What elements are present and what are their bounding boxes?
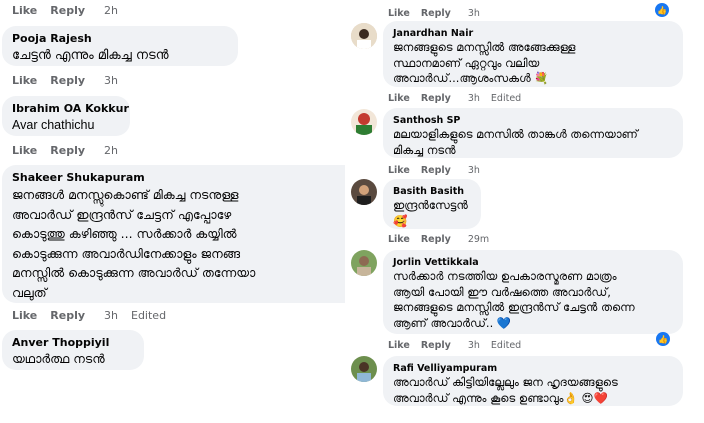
right-comments-panel: Like Reply 3h 👍 Janardhan Nair ജനങ്ങളുടെ…	[345, 0, 704, 423]
comment-bubble: Santhosh SP മലയാളികളുടെ മനസിൽ താങ്കൾ തന്…	[383, 108, 683, 158]
timestamp: 29m	[467, 234, 490, 245]
like-button[interactable]: Like	[12, 4, 37, 17]
commenter-name[interactable]: Jorlin Vettikkala	[393, 256, 673, 269]
like-button[interactable]: Like	[12, 144, 37, 157]
timestamp: 2h	[104, 4, 118, 17]
comment-text: യഥാർത്ഥ നടൻ	[12, 351, 105, 366]
avatar[interactable]	[351, 356, 377, 382]
comment-text: ഇന്ദ്രൻസേട്ടൻ🥰 ജോജു ജോർജ്❤️✌️	[393, 198, 468, 228]
avatar[interactable]	[351, 23, 377, 49]
comment-actions: Like Reply 3h	[388, 8, 480, 19]
like-button[interactable]: Like	[388, 93, 410, 104]
reply-button[interactable]: Reply	[50, 144, 85, 157]
commenter-name[interactable]: Rafi Velliyampuram	[393, 362, 673, 375]
comment-bubble: Ibrahim OA Kokkur Avar chathichu	[2, 96, 130, 136]
comment-text: മലയാളികളുടെ മനസിൽ താങ്കൾ തന്നെയാണ് മികച്…	[393, 127, 638, 157]
comment-actions: Like Reply 3h	[388, 165, 480, 176]
like-reaction-icon: 👍	[655, 3, 669, 17]
timestamp: 3h	[104, 74, 118, 87]
left-comments-panel: Like Reply 2h Pooja Rajesh ചേട്ടൻ എന്നും…	[0, 0, 345, 423]
comment-text: Avar chathichu	[12, 118, 95, 132]
comment-text: ചേട്ടൻ എന്നും മികച്ച നടൻ	[12, 48, 169, 63]
reply-button[interactable]: Reply	[50, 74, 85, 87]
comment-actions: Like Reply 3h Edited	[388, 340, 521, 351]
comment-actions: Like Reply 3h Edited	[388, 93, 521, 104]
comment-bubble: Pooja Rajesh ചേട്ടൻ എന്നും മികച്ച നടൻ	[2, 26, 238, 66]
timestamp: 3h	[467, 165, 480, 176]
timestamp: 3h	[104, 309, 118, 322]
reply-button[interactable]: Reply	[50, 4, 85, 17]
avatar[interactable]	[351, 179, 377, 205]
reply-button[interactable]: Reply	[421, 93, 451, 104]
timestamp: 3h	[467, 8, 480, 19]
comment-bubble: Shakeer Shukapuram ജനങ്ങൾ മനസ്സുകൊണ്ട് മ…	[2, 165, 345, 303]
edited-label: Edited	[131, 309, 167, 322]
commenter-name[interactable]: Pooja Rajesh	[12, 32, 228, 46]
reply-button[interactable]: Reply	[421, 165, 451, 176]
reply-button[interactable]: Reply	[421, 8, 451, 19]
comment-actions: Like Reply 3h	[12, 74, 118, 87]
like-button[interactable]: Like	[388, 234, 410, 245]
comment-actions: Like Reply 2h	[12, 144, 118, 157]
avatar[interactable]	[351, 250, 377, 276]
avatar[interactable]	[351, 109, 377, 135]
commenter-name[interactable]: Basith Basith	[393, 185, 471, 198]
commenter-name[interactable]: Shakeer Shukapuram	[12, 171, 338, 185]
like-button[interactable]: Like	[388, 8, 410, 19]
comment-bubble: Rafi Velliyampuram അവാർഡ് കിട്ടിയില്ലേലു…	[383, 356, 683, 406]
comment-bubble: Anver Thoppiyil യഥാർത്ഥ നടൻ	[2, 330, 144, 370]
like-reaction-icon: 👍	[656, 332, 670, 346]
reply-button[interactable]: Reply	[421, 234, 451, 245]
timestamp: 3h	[467, 340, 480, 351]
timestamp: 2h	[104, 144, 118, 157]
commenter-name[interactable]: Ibrahim OA Kokkur	[12, 102, 129, 116]
like-button[interactable]: Like	[12, 309, 37, 322]
reaction-count[interactable]: 👍	[656, 332, 670, 346]
comment-text: ജനങ്ങൾ മനസ്സുകൊണ്ട് മികച്ച നടനുള്ള അവാർഡ…	[12, 187, 256, 300]
comment-actions: Like Reply 3h Edited	[12, 309, 166, 322]
commenter-name[interactable]: Santhosh SP	[393, 114, 673, 127]
edited-label: Edited	[490, 93, 522, 104]
like-button[interactable]: Like	[12, 74, 37, 87]
comment-bubble: Janardhan Nair ജനങ്ങളുടെ മനസ്സിൽ അങ്ങേക്…	[383, 21, 683, 87]
comment-text: സർക്കാർ നടത്തിയ ഉപകാരസ്മരണ മാത്രം ആയി പോ…	[393, 269, 635, 330]
commenter-name[interactable]: Anver Thoppiyil	[12, 336, 134, 350]
reaction-count[interactable]: 👍	[655, 3, 669, 17]
comment-text: ജനങ്ങളുടെ മനസ്സിൽ അങ്ങേക്കുള്ള സ്ഥാനമാണ്…	[393, 40, 576, 85]
comment-text: അവാർഡ് കിട്ടിയില്ലേലും ജന ഹൃദയങ്ങളുടെ അവ…	[393, 375, 618, 405]
reply-button[interactable]: Reply	[421, 340, 451, 351]
comment-actions: Like Reply 2h	[12, 4, 118, 17]
reply-button[interactable]: Reply	[50, 309, 85, 322]
timestamp: 3h	[467, 93, 480, 104]
like-button[interactable]: Like	[388, 340, 410, 351]
commenter-name[interactable]: Janardhan Nair	[393, 27, 673, 40]
like-button[interactable]: Like	[388, 165, 410, 176]
comment-bubble: Basith Basith ഇന്ദ്രൻസേട്ടൻ🥰 ജോജു ജോർജ്❤…	[383, 179, 481, 229]
comment-actions: Like Reply 29m	[388, 234, 489, 245]
edited-label: Edited	[490, 340, 522, 351]
comment-bubble: Jorlin Vettikkala സർക്കാർ നടത്തിയ ഉപകാരസ…	[383, 250, 683, 334]
